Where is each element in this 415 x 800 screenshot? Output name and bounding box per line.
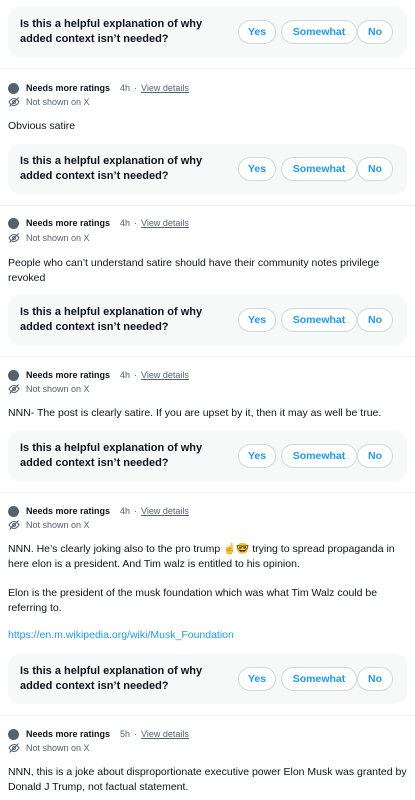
- view-details-link[interactable]: View details: [141, 218, 189, 228]
- somewhat-button[interactable]: Somewhat: [281, 667, 357, 691]
- no-button[interactable]: No: [357, 308, 393, 332]
- visibility-label: Not shown on X: [26, 384, 90, 394]
- note-status: Needs more ratings: [26, 218, 111, 228]
- no-button[interactable]: No: [357, 20, 393, 44]
- yes-button[interactable]: Yes: [238, 157, 276, 181]
- note-meta: Needs more ratings 4h · View details: [8, 367, 189, 383]
- note-meta: Needs more ratings 4h · View details: [8, 215, 189, 231]
- rating-question: Is this a helpful explanation of why add…: [20, 18, 203, 45]
- note-status: Needs more ratings: [26, 506, 111, 516]
- note-status: Needs more ratings: [26, 83, 111, 93]
- visibility-status: Not shown on X: [8, 382, 90, 396]
- note-time: 4h: [120, 83, 131, 93]
- view-details-link[interactable]: View details: [141, 729, 189, 739]
- note-time: 4h: [120, 218, 131, 228]
- somewhat-button[interactable]: Somewhat: [281, 157, 357, 181]
- note-meta: Needs more ratings 4h · View details: [8, 503, 189, 519]
- yes-button[interactable]: Yes: [238, 308, 276, 332]
- rating-box: Is this a helpful explanation of why add…: [8, 7, 407, 57]
- note-time: 5h: [120, 729, 131, 739]
- no-button[interactable]: No: [357, 157, 393, 181]
- visibility-label: Not shown on X: [26, 97, 90, 107]
- view-details-link[interactable]: View details: [141, 83, 189, 93]
- note-time: 4h: [120, 506, 131, 516]
- note-text: NNN. He’s clearly joking also to the pro…: [8, 543, 395, 570]
- eye-off-icon: [8, 384, 20, 394]
- note-text: Elon is the president of the musk founda…: [8, 587, 378, 614]
- note-meta: Needs more ratings 4h · View details: [8, 80, 189, 96]
- yes-button[interactable]: Yes: [238, 667, 276, 691]
- divider: [0, 492, 415, 493]
- rating-question: Is this a helpful explanation of why add…: [20, 442, 203, 469]
- note-meta: Needs more ratings 5h · View details: [8, 726, 189, 742]
- meta-separator: ·: [134, 83, 138, 93]
- divider: [0, 205, 415, 206]
- status-dot-icon: [8, 728, 19, 740]
- note-time: 4h: [120, 370, 131, 380]
- rating-question: Is this a helpful explanation of why add…: [20, 665, 203, 692]
- eye-off-icon: [8, 520, 20, 530]
- eye-off-icon: [8, 97, 20, 107]
- rating-question: Is this a helpful explanation of why add…: [20, 306, 203, 333]
- meta-separator: ·: [134, 370, 138, 380]
- meta-separator: ·: [134, 218, 138, 228]
- meta-separator: ·: [134, 506, 138, 516]
- status-dot-icon: [8, 505, 19, 517]
- note-status: Needs more ratings: [26, 370, 111, 380]
- rating-question: Is this a helpful explanation of why add…: [20, 155, 203, 182]
- view-details-link[interactable]: View details: [141, 370, 189, 380]
- no-button[interactable]: No: [357, 444, 393, 468]
- visibility-status: Not shown on X: [8, 518, 90, 532]
- eye-off-icon: [8, 233, 20, 243]
- visibility-label: Not shown on X: [26, 233, 90, 243]
- visibility-status: Not shown on X: [8, 741, 90, 755]
- somewhat-button[interactable]: Somewhat: [281, 20, 357, 44]
- note-text: NNN- The post is clearly satire. If you …: [8, 407, 382, 419]
- note-text: Obvious satire: [8, 120, 76, 132]
- status-dot-icon: [8, 82, 19, 94]
- note-text: NNN, this is a joke about disproportiona…: [8, 766, 407, 793]
- somewhat-button[interactable]: Somewhat: [281, 308, 357, 332]
- note-text: People who can’t understand satire shoul…: [8, 257, 380, 284]
- meta-separator: ·: [134, 729, 138, 739]
- no-button[interactable]: No: [357, 667, 393, 691]
- rating-box: Is this a helpful explanation of why add…: [8, 295, 407, 345]
- yes-button[interactable]: Yes: [238, 20, 276, 44]
- divider: [0, 68, 415, 69]
- note-status: Needs more ratings: [26, 729, 111, 739]
- yes-button[interactable]: Yes: [238, 444, 276, 468]
- visibility-status: Not shown on X: [8, 95, 90, 109]
- view-details-link[interactable]: View details: [141, 506, 189, 516]
- somewhat-button[interactable]: Somewhat: [281, 444, 357, 468]
- note-link[interactable]: https://en.m.wikipedia.org/wiki/Musk_Fou…: [8, 629, 234, 641]
- status-dot-icon: [8, 369, 19, 381]
- divider: [0, 356, 415, 357]
- divider: [0, 715, 415, 716]
- note-link-row: https://en.m.wikipedia.org/wiki/Musk_Fou…: [8, 628, 410, 643]
- rating-box: Is this a helpful explanation of why add…: [8, 144, 407, 194]
- eye-off-icon: [8, 743, 20, 753]
- rating-box: Is this a helpful explanation of why add…: [8, 431, 407, 481]
- visibility-label: Not shown on X: [26, 520, 90, 530]
- visibility-status: Not shown on X: [8, 231, 90, 245]
- rating-box: Is this a helpful explanation of why add…: [8, 654, 407, 704]
- visibility-label: Not shown on X: [26, 743, 90, 753]
- status-dot-icon: [8, 217, 19, 229]
